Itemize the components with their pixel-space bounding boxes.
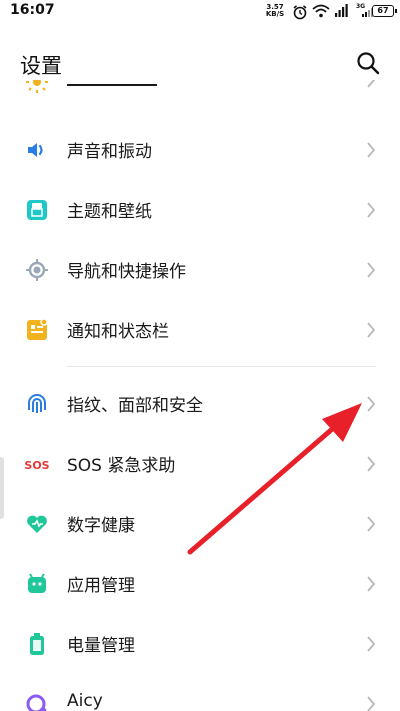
- settings-item-navigation-gestures[interactable]: 导航和快捷操作: [0, 240, 400, 300]
- navigation-icon: [26, 259, 48, 281]
- settings-item-notifications-status-bar[interactable]: 通知和状态栏: [0, 300, 400, 360]
- chevron-right-icon: [367, 202, 376, 218]
- settings-item-label: 指纹、面部和安全: [67, 396, 203, 416]
- wifi-icon: [312, 4, 330, 18]
- chevron-right-icon: [367, 456, 376, 472]
- chevron-right-icon: [367, 80, 376, 88]
- chevron-right-icon: [367, 142, 376, 158]
- sos-icon: SOS: [25, 459, 49, 472]
- alarm-icon: [293, 5, 307, 20]
- page-title: 设置: [20, 54, 62, 78]
- settings-item-app-management[interactable]: 应用管理: [0, 554, 400, 614]
- chevron-right-icon: [367, 696, 376, 711]
- search-icon[interactable]: [356, 51, 380, 75]
- sound-icon: [28, 143, 43, 157]
- settings-item-sos[interactable]: SOS SOS 紧急求助: [0, 434, 400, 494]
- status-bar: 16:07 3.57 KB/S 3G 67: [0, 0, 400, 24]
- edge-panel-handle[interactable]: [0, 457, 4, 519]
- chevron-right-icon: [367, 262, 376, 278]
- app-management-icon: [28, 573, 46, 593]
- settings-item-label: 数字健康: [67, 516, 135, 536]
- settings-item-label: 声音和振动: [67, 142, 152, 162]
- chevron-right-icon: [367, 576, 376, 592]
- chevron-right-icon: [367, 322, 376, 338]
- battery-management-icon: [30, 633, 44, 655]
- settings-item-digital-wellbeing[interactable]: 数字健康: [0, 494, 400, 554]
- network-speed: 3.57 KB/S: [264, 4, 286, 18]
- settings-item-label: Aicy: [67, 691, 103, 711]
- settings-item-label: 导航和快捷操作: [67, 262, 186, 282]
- partial-label-fragment: [67, 80, 157, 86]
- network-speed-unit: KB/S: [265, 10, 285, 18]
- digital-wellbeing-icon: [27, 515, 47, 533]
- settings-item-label: 通知和状态栏: [67, 322, 169, 342]
- chevron-right-icon: [367, 636, 376, 652]
- settings-item-sound-vibration[interactable]: 声音和振动: [0, 120, 400, 180]
- settings-item-battery-management[interactable]: 电量管理: [0, 614, 400, 674]
- chevron-right-icon: [367, 396, 376, 412]
- settings-item-label: SOS 紧急求助: [67, 456, 176, 476]
- display-brightness-icon: [26, 80, 48, 93]
- fingerprint-icon: [28, 394, 46, 413]
- settings-item-label: 应用管理: [67, 576, 135, 596]
- settings-item-label: 电量管理: [67, 636, 135, 656]
- notification-icon: [27, 318, 48, 340]
- aicy-icon: [26, 694, 47, 711]
- chevron-right-icon: [367, 516, 376, 532]
- signal-strength-icon: [335, 4, 348, 17]
- svg-text:SOS: SOS: [25, 459, 49, 472]
- section-divider: [67, 366, 376, 367]
- status-time: 16:07: [10, 2, 55, 18]
- theme-icon: [27, 200, 47, 220]
- settings-item-label: 主题和壁纸: [67, 202, 152, 222]
- settings-item-fingerprint-face-security[interactable]: 指纹、面部和安全: [0, 374, 400, 434]
- settings-item-theme-wallpaper[interactable]: 主题和壁纸: [0, 180, 400, 240]
- partial-list-item[interactable]: [0, 80, 400, 96]
- battery-indicator: 67: [372, 5, 397, 17]
- settings-item-aicy[interactable]: Aicy: [0, 674, 400, 711]
